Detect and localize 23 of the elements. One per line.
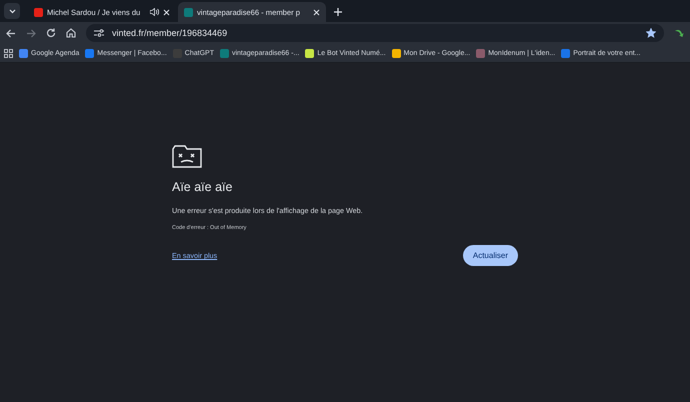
chevron-down-icon — [8, 8, 16, 14]
extension-button[interactable] — [674, 28, 684, 38]
reload-icon — [46, 28, 56, 38]
close-icon[interactable] — [163, 8, 170, 16]
bookmark-star-icon[interactable] — [646, 28, 656, 38]
forward-button[interactable] — [26, 28, 36, 38]
reload-page-button[interactable]: Actualiser — [462, 245, 518, 266]
url-text: vinted.fr/member/196834469 — [112, 28, 228, 38]
sad-folder-icon — [172, 145, 202, 168]
forward-arrow-icon — [26, 28, 36, 38]
reload-button[interactable] — [46, 28, 56, 38]
plus-icon — [334, 8, 342, 16]
curved-arrow-icon — [674, 28, 684, 38]
back-arrow-icon — [6, 28, 16, 38]
home-button[interactable] — [66, 28, 76, 38]
back-button[interactable] — [6, 28, 16, 38]
home-icon — [66, 28, 76, 38]
error-title: Aïe aïe aïe — [172, 180, 234, 194]
apps-grid-icon[interactable] — [4, 48, 13, 58]
site-settings-icon[interactable] — [94, 29, 104, 37]
tab-search-button[interactable] — [4, 3, 20, 19]
address-bar[interactable]: vinted.fr/member/196834469 — [86, 24, 664, 42]
close-icon[interactable] — [313, 8, 320, 16]
